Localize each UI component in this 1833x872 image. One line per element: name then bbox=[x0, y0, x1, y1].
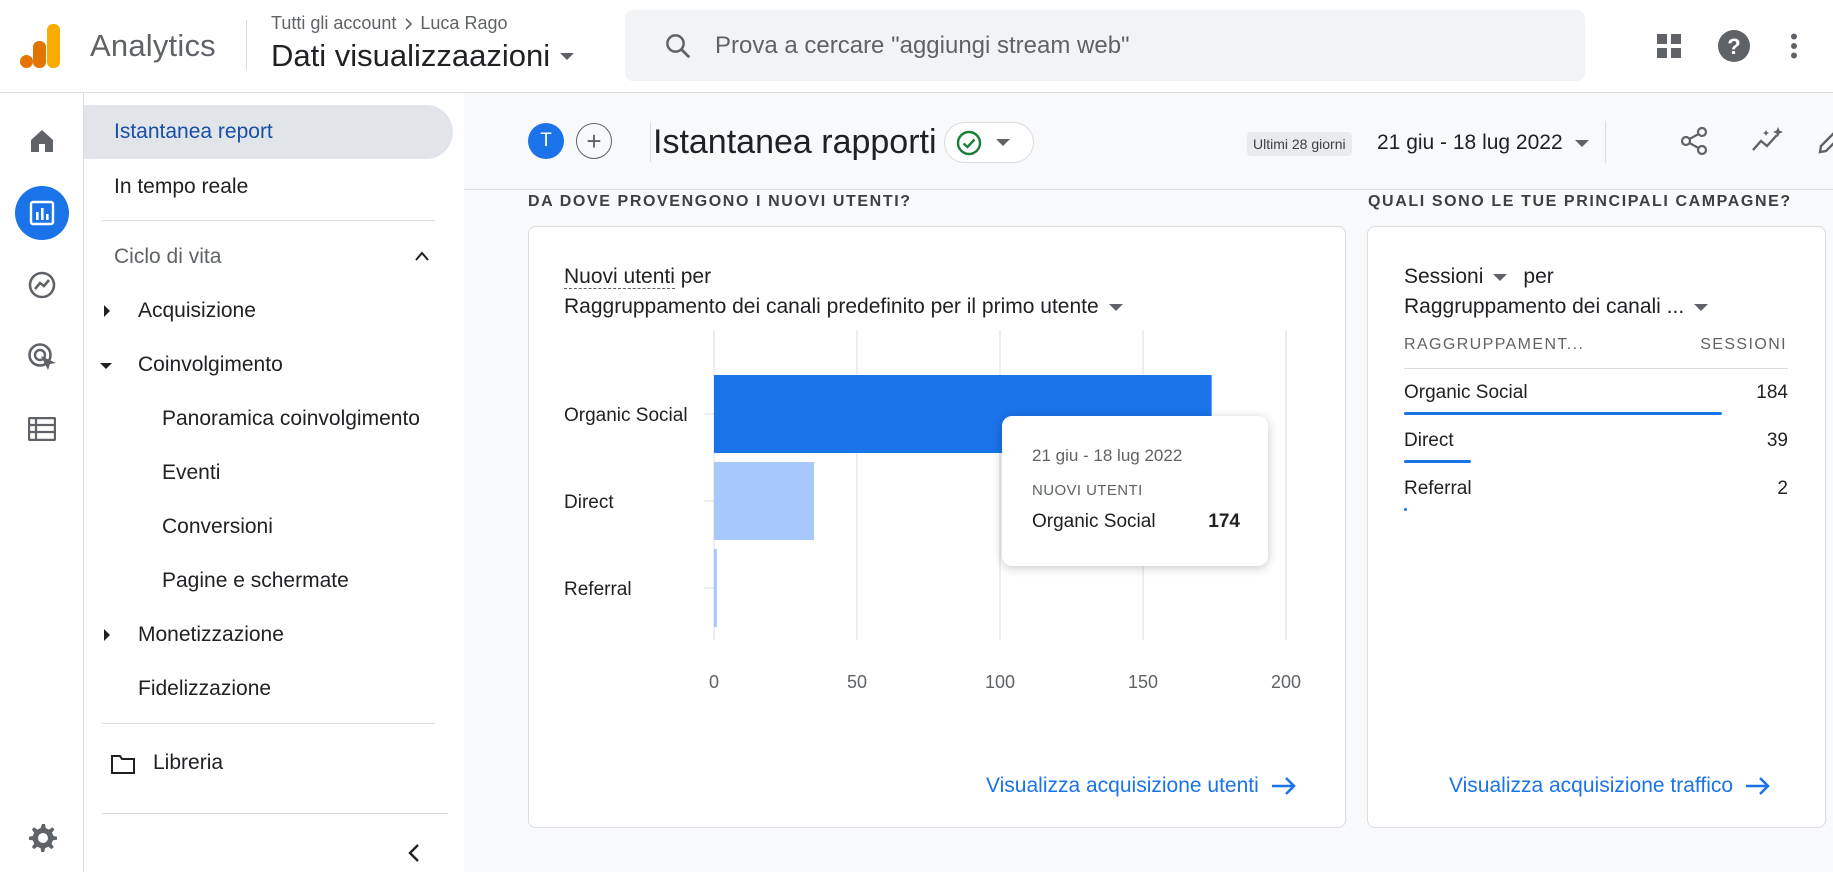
chart-tooltip: 21 giu - 18 lug 2022 NUOVI UTENTI Organi… bbox=[1002, 416, 1268, 566]
row-value: 39 bbox=[1766, 430, 1788, 451]
row-share-bar bbox=[1404, 412, 1722, 415]
x-tick-label: 150 bbox=[1128, 672, 1158, 692]
table-row[interactable]: Referral 2 bbox=[1404, 478, 1788, 511]
bar bbox=[714, 462, 815, 540]
dimension-label: Raggruppamento dei canali ... bbox=[1404, 295, 1685, 318]
column-header-dimension[interactable]: RAGGRUPPAMENT... bbox=[1404, 336, 1584, 354]
caret-down-icon bbox=[1694, 303, 1709, 311]
arrow-right-icon bbox=[1746, 777, 1770, 795]
tooltip-date: 21 giu - 18 lug 2022 bbox=[1032, 446, 1183, 465]
per-label: per bbox=[1523, 265, 1554, 288]
tooltip-metric: NUOVI UTENTI bbox=[1032, 482, 1143, 499]
tooltip-value: 174 bbox=[1208, 511, 1240, 532]
row-label: Referral bbox=[1404, 478, 1472, 499]
x-tick-label: 50 bbox=[847, 672, 867, 692]
section-title-campaigns: QUALI SONO LE TUE PRINCIPALI CAMPAGNE? bbox=[1368, 193, 1792, 210]
card-heading: Sessioni per bbox=[1404, 262, 1554, 292]
table-row[interactable]: Direct 39 bbox=[1404, 430, 1788, 463]
bar bbox=[714, 549, 717, 627]
row-value: 184 bbox=[1756, 382, 1788, 403]
caret-down-icon[interactable] bbox=[1493, 273, 1508, 281]
row-label: Direct bbox=[1404, 430, 1454, 451]
divider bbox=[1404, 368, 1788, 369]
category-label: Organic Social bbox=[564, 405, 688, 426]
dimension-selector[interactable]: Raggruppamento dei canali ... bbox=[1404, 292, 1709, 322]
x-tick-label: 200 bbox=[1271, 672, 1301, 692]
link-label: Visualizza acquisizione traffico bbox=[1449, 774, 1734, 797]
row-value: 2 bbox=[1777, 478, 1788, 499]
category-label: Direct bbox=[564, 492, 614, 513]
row-share-bar bbox=[1404, 460, 1472, 463]
x-tick-label: 0 bbox=[709, 672, 719, 692]
arrow-right-icon bbox=[1271, 777, 1296, 795]
view-user-acquisition-link[interactable]: Visualizza acquisizione utenti bbox=[986, 774, 1297, 798]
category-label: Referral bbox=[564, 579, 632, 600]
link-label: Visualizza acquisizione utenti bbox=[986, 774, 1259, 797]
metric-selector[interactable]: Sessioni bbox=[1404, 262, 1483, 292]
x-tick-label: 100 bbox=[985, 672, 1015, 692]
view-traffic-acquisition-link[interactable]: Visualizza acquisizione traffico bbox=[1449, 774, 1771, 798]
table-row[interactable]: Organic Social 184 bbox=[1404, 382, 1788, 415]
column-header-sessions[interactable]: SESSIONI bbox=[1700, 336, 1787, 354]
row-label: Organic Social bbox=[1404, 382, 1528, 403]
tooltip-label: Organic Social bbox=[1032, 511, 1156, 532]
